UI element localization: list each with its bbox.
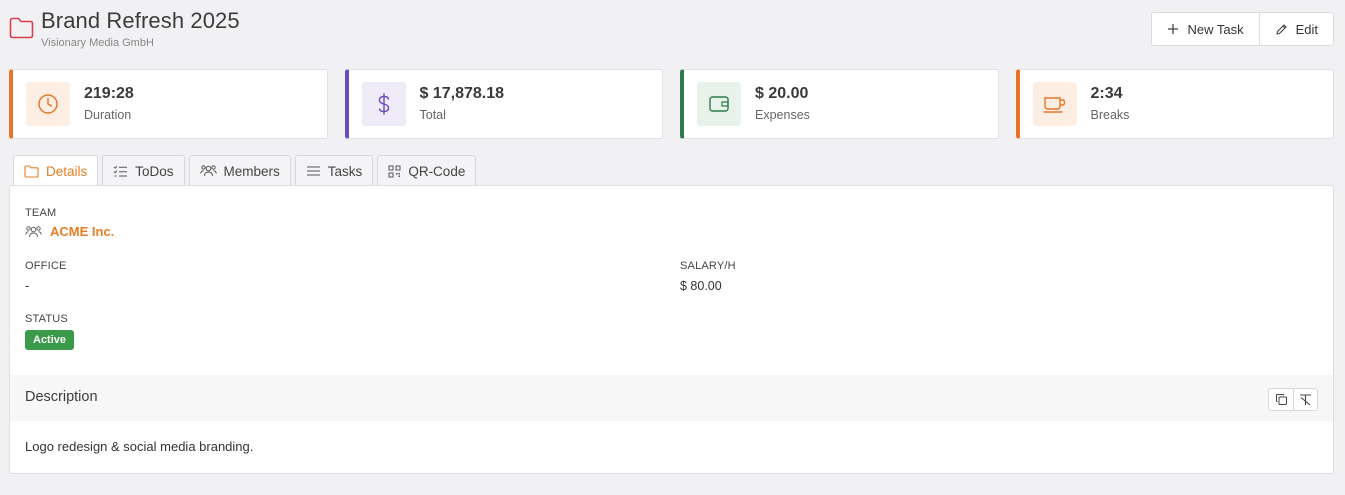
page-header: Brand Refresh 2025 Visionary Media GmbH … bbox=[9, 8, 1334, 49]
qr-code-icon bbox=[388, 165, 401, 177]
office-label: OFFICE bbox=[25, 260, 67, 272]
description-title: Description bbox=[25, 389, 98, 405]
wallet-icon bbox=[697, 82, 741, 126]
plus-icon bbox=[1168, 24, 1179, 34]
duration-value: 219:28 bbox=[84, 85, 134, 102]
tab-tasks[interactable]: Tasks bbox=[294, 155, 374, 186]
dollar-icon bbox=[361, 82, 406, 126]
copy-button[interactable] bbox=[1269, 389, 1293, 410]
company-subtitle: Visionary Media GmbH bbox=[41, 37, 154, 49]
office-value: - bbox=[25, 279, 30, 293]
total-value: $ 17,878.18 bbox=[419, 85, 505, 102]
tab-members[interactable]: Members bbox=[188, 155, 291, 186]
stats-row: 219:28 Duration $ 17,878.18 Total $ 20.0… bbox=[9, 69, 1334, 139]
stat-card-total: $ 17,878.18 Total bbox=[344, 69, 663, 139]
tab-todos[interactable]: ToDos bbox=[102, 155, 185, 186]
folder-icon bbox=[9, 17, 34, 39]
tab-bar: Details ToDos Members Tasks QR-Code bbox=[13, 155, 477, 187]
clock-icon bbox=[26, 82, 70, 126]
checklist-icon bbox=[113, 165, 128, 176]
description-text: Logo redesign & social media branding. bbox=[25, 439, 254, 454]
expenses-value: $ 20.00 bbox=[755, 85, 809, 102]
team-label: TEAM bbox=[25, 207, 57, 219]
page-title: Brand Refresh 2025 bbox=[41, 8, 240, 33]
coffee-icon bbox=[1032, 82, 1077, 126]
tab-members-label: Members bbox=[223, 163, 280, 179]
stat-card-expenses: $ 20.00 Expenses bbox=[680, 69, 999, 139]
tab-details-label: Details bbox=[46, 164, 88, 179]
folder-icon bbox=[24, 165, 39, 178]
users-icon bbox=[199, 165, 217, 177]
pencil-icon bbox=[1276, 23, 1287, 35]
team-link[interactable]: ACME Inc. bbox=[25, 224, 114, 239]
edit-button[interactable]: Edit bbox=[1258, 13, 1333, 45]
tab-qr-code-label: QR-Code bbox=[408, 163, 466, 179]
tab-details[interactable]: Details bbox=[13, 155, 99, 187]
tab-todos-label: ToDos bbox=[135, 163, 174, 179]
tab-tasks-label: Tasks bbox=[327, 163, 363, 179]
salary-label: SALARY/H bbox=[680, 260, 736, 272]
description-toolbar bbox=[1268, 388, 1318, 411]
stat-card-breaks: 2:34 Breaks bbox=[1015, 69, 1334, 139]
breaks-label: Breaks bbox=[1090, 108, 1130, 122]
status-badge: Active bbox=[25, 330, 75, 350]
new-task-button[interactable]: New Task bbox=[1152, 13, 1258, 45]
clear-format-icon bbox=[1300, 394, 1311, 406]
expenses-label: Expenses bbox=[755, 108, 810, 122]
header-actions: New Task Edit bbox=[1151, 12, 1334, 46]
list-icon bbox=[306, 166, 320, 176]
new-task-label: New Task bbox=[1187, 21, 1244, 37]
salary-value: $ 80.00 bbox=[680, 279, 722, 293]
status-label: STATUS bbox=[25, 313, 68, 325]
breaks-value: 2:34 bbox=[1090, 85, 1123, 102]
team-name: ACME Inc. bbox=[50, 224, 115, 239]
edit-label: Edit bbox=[1295, 21, 1318, 37]
clear-format-button[interactable] bbox=[1293, 389, 1317, 410]
description-header: Description bbox=[10, 375, 1333, 421]
details-panel: TEAM ACME Inc. OFFICE - SALARY/H $ 80.00… bbox=[9, 185, 1334, 474]
copy-icon bbox=[1275, 394, 1287, 405]
stat-card-duration: 219:28 Duration bbox=[9, 69, 328, 139]
duration-label: Duration bbox=[84, 108, 132, 122]
tab-qr-code[interactable]: QR-Code bbox=[377, 155, 477, 186]
users-icon bbox=[25, 225, 42, 237]
total-label: Total bbox=[419, 108, 446, 122]
